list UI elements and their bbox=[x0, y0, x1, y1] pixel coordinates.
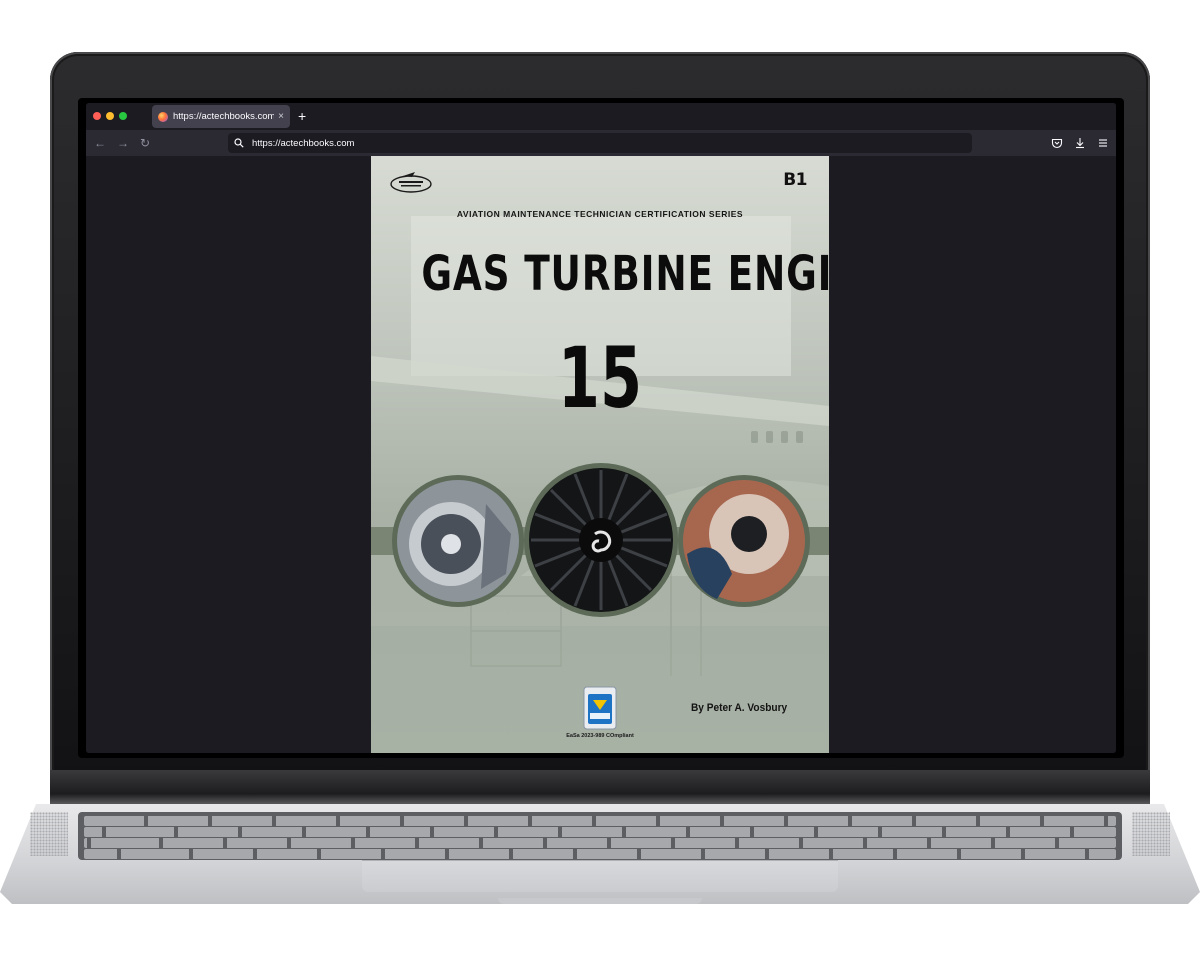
url-bar[interactable]: https://actechbooks.com bbox=[228, 133, 972, 153]
easa-compliance-caption: EaSa 2023-989 COmpliant bbox=[566, 733, 634, 739]
tab-close-icon[interactable]: × bbox=[278, 111, 284, 122]
browser-window: https://actechbooks.com × + ← → ↻ https:… bbox=[86, 103, 1116, 753]
right-speaker-grille bbox=[1132, 812, 1170, 856]
firefox-favicon-icon bbox=[158, 111, 168, 122]
module-number: 15 bbox=[557, 329, 643, 427]
engine-photo-left bbox=[392, 475, 524, 607]
easa-badge-icon bbox=[583, 686, 617, 730]
keyboard-row bbox=[84, 838, 1116, 848]
keyboard bbox=[78, 812, 1122, 860]
keyboard-row bbox=[84, 849, 1116, 859]
left-speaker-grille bbox=[30, 812, 68, 856]
minimize-window-button[interactable] bbox=[106, 112, 114, 120]
search-icon bbox=[234, 138, 248, 148]
engine-photo-right bbox=[678, 475, 810, 607]
nav-toolbar: ← → ↻ https://actechbooks.com bbox=[86, 130, 1116, 156]
forward-button[interactable]: → bbox=[117, 135, 129, 151]
author-name: By Peter A. Vosbury bbox=[691, 702, 788, 714]
new-tab-button[interactable]: + bbox=[298, 108, 306, 124]
reload-button[interactable]: ↻ bbox=[140, 135, 150, 151]
zoom-window-button[interactable] bbox=[119, 112, 127, 120]
book-title: GAS TURBINE ENGINE bbox=[421, 246, 829, 302]
trackpad bbox=[362, 860, 838, 892]
active-tab[interactable]: https://actechbooks.com × bbox=[152, 105, 290, 128]
back-button[interactable]: ← bbox=[94, 135, 106, 151]
pocket-icon[interactable] bbox=[1050, 136, 1064, 150]
book-cover: B1 AVIATION MAINTENANCE TECHNICIAN CERTI… bbox=[371, 156, 829, 753]
keyboard-row bbox=[84, 827, 1116, 837]
tab-title: https://actechbooks.com bbox=[173, 111, 275, 122]
tab-bar: https://actechbooks.com × + bbox=[86, 103, 1116, 130]
laptop-front-notch bbox=[498, 898, 702, 904]
certification-category: B1 bbox=[783, 170, 807, 190]
url-text: https://actechbooks.com bbox=[252, 137, 355, 149]
close-window-button[interactable] bbox=[93, 112, 101, 120]
engine-fan-photo-center bbox=[524, 463, 678, 617]
series-title: AVIATION MAINTENANCE TECHNICIAN CERTIFIC… bbox=[456, 209, 744, 219]
download-icon[interactable] bbox=[1073, 136, 1087, 150]
keyboard-row bbox=[84, 816, 1116, 826]
page-content: B1 AVIATION MAINTENANCE TECHNICIAN CERTI… bbox=[86, 156, 1116, 753]
laptop-hinge bbox=[50, 770, 1150, 804]
publisher-logo-icon bbox=[390, 172, 432, 193]
menu-icon[interactable] bbox=[1096, 136, 1110, 150]
